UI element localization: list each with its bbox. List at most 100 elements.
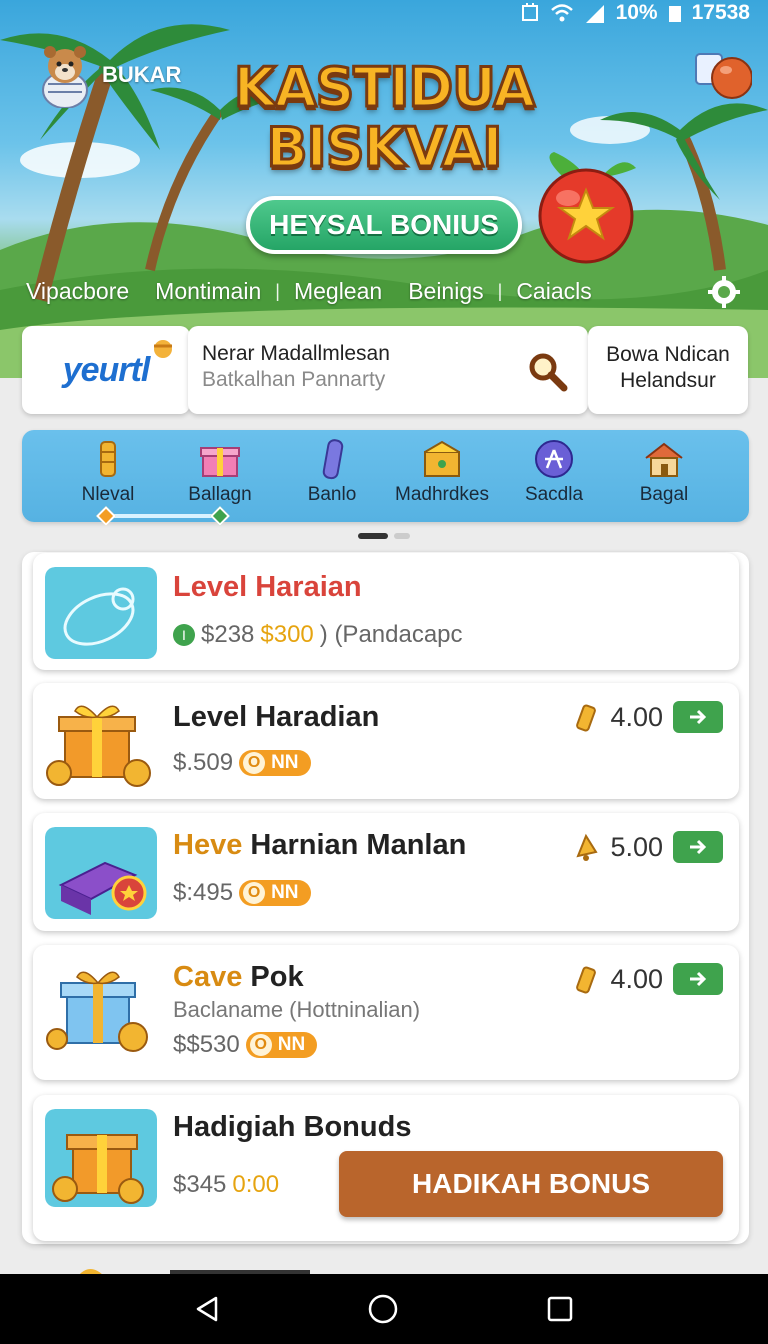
house-icon [645, 442, 683, 477]
gift-box-icon [45, 1109, 157, 1207]
nav-separator: | [275, 280, 280, 301]
info-icon: I [173, 624, 195, 646]
avatar[interactable] [36, 42, 94, 108]
battery-icon [668, 3, 682, 23]
brand-card[interactable]: yeurtl [22, 326, 190, 414]
category-label: Nleval [81, 484, 135, 505]
promo-card[interactable]: Bowa Ndican Helandsur [588, 326, 748, 414]
go-button[interactable] [673, 831, 723, 863]
coin-pill: O NN [239, 880, 311, 906]
price-main: $238 [201, 621, 255, 648]
nav-item-montimain[interactable]: Montimain [155, 278, 261, 305]
user-profile[interactable]: BUKAR [36, 42, 181, 108]
arrow-right-icon [690, 839, 707, 855]
item-reward: 4.00 [572, 963, 723, 995]
pager-dot-active [358, 533, 388, 539]
item-value: 4.00 [610, 701, 663, 732]
item-title: Heve Harnian Manlan [173, 829, 466, 862]
arrow-right-icon [690, 709, 707, 725]
category-banlo[interactable]: Banlo [272, 430, 392, 522]
arrow-right-icon [690, 971, 707, 987]
category-label: Banlo [307, 484, 357, 505]
list-item[interactable]: Level Haradian $.509 O NN 4.00 [33, 683, 739, 799]
system-nav-bar [0, 1274, 768, 1344]
nav-item-vipacbore[interactable]: Vipacbore [26, 278, 129, 305]
pager-dot [394, 533, 410, 539]
hero-title-line2: BISKVAI [265, 116, 504, 179]
list-item[interactable]: Hadigiah Bonuds $345 0:00 HADIKAH BONUS [33, 1095, 739, 1241]
list-item[interactable]: Level Haraian I $238 $300 ) (Pandacapc [33, 553, 739, 670]
list-item[interactable]: Heve Harnian Manlan $:495 O NN 5.00 [33, 813, 739, 931]
treasure-icon [424, 440, 460, 477]
coin-pill: O NN [245, 1032, 318, 1058]
treasure-chest-icon [45, 827, 157, 919]
back-icon[interactable] [194, 1295, 220, 1323]
category-scroll-track [104, 514, 222, 518]
search-title: Nerar Madallmlesan [202, 342, 390, 365]
category-label: Sacdla [524, 484, 584, 505]
coin-stack-icon [576, 704, 597, 732]
settings-icon[interactable] [708, 276, 740, 308]
signal-icon [584, 3, 606, 23]
search-input[interactable]: Batkalhan Pannarty [202, 368, 385, 392]
nav-item-meglean[interactable]: Meglean [294, 278, 382, 305]
coin-stack-icon [576, 966, 597, 994]
pager-dots [358, 533, 410, 539]
hero-title-line1: KASTIDUA [232, 56, 536, 119]
item-value: 4.00 [610, 963, 663, 994]
go-button[interactable] [673, 701, 723, 733]
claim-bonus-button[interactable]: HADIKAH BONUS [339, 1151, 723, 1217]
gift-icon [200, 447, 240, 477]
coin-pill-label: NN [271, 882, 299, 903]
item-title: Level Haraian [173, 571, 362, 603]
link-icon [45, 567, 157, 659]
hero-bonus-badge[interactable]: HEYSAL BONIUS [246, 196, 522, 254]
item-price: $$530 O NN [173, 1031, 318, 1059]
item-title: Hadigiah Bonuds [173, 1111, 412, 1143]
item-title-accent: Heve [173, 829, 243, 861]
price-tail: ) (Pandacapc [319, 621, 463, 648]
coin-pill: O NN [239, 750, 311, 776]
category-label: Madhrdkes [395, 484, 489, 505]
bell-icon [576, 833, 599, 861]
nav-item-beinigs[interactable]: Beinigs [408, 278, 483, 305]
search-row: yeurtl Nerar Madallmlesan Batkalhan Pann… [22, 326, 748, 414]
nav-separator: | [497, 280, 503, 301]
price-accent: 0:00 [232, 1171, 280, 1198]
list-item[interactable]: Cave Pok Baclaname (Hottninalian) $$530 … [33, 945, 739, 1080]
tomato-star-icon [538, 152, 636, 264]
category-sacdla[interactable]: Sacdla [494, 430, 614, 522]
mascot-icon [154, 340, 172, 358]
home-icon[interactable] [367, 1293, 399, 1325]
screenshot-icon [520, 3, 540, 23]
price-main: $$530 [173, 1031, 240, 1058]
badge-icon [535, 440, 573, 478]
category-madhrdkes[interactable]: Madhrdkes [382, 430, 502, 522]
item-title: Level Haradian [173, 701, 380, 733]
item-title-rest: Pok [250, 961, 304, 993]
category-label: Bagal [639, 484, 689, 505]
tube-icon [322, 439, 344, 480]
category-bagal[interactable]: Bagal [604, 430, 724, 522]
coin-icon: O [249, 1034, 272, 1056]
hero-banner: 10% 17538 BUKAR KASTIDUA BISKVAI HEYSAL … [0, 0, 768, 378]
search-icon[interactable] [526, 350, 568, 392]
coin-stack-icon [100, 441, 116, 477]
user-name: BUKAR [102, 62, 182, 87]
coin-icon: O [243, 752, 266, 774]
brand-logo: yeurtl [62, 350, 151, 389]
notification-icon[interactable] [694, 50, 752, 102]
coin-pill-label: NN [271, 752, 299, 773]
nav-item-caiacls[interactable]: Caiacls [516, 278, 591, 305]
search-box[interactable]: Nerar Madallmlesan Batkalhan Pannarty [188, 326, 588, 414]
item-price: I $238 $300 ) (Pandacapc [173, 621, 463, 649]
gift-box-icon [46, 971, 148, 1052]
item-reward: 5.00 [572, 831, 723, 863]
category-bar: Nleval Ballagn Banlo Madhrdkes Sacdla Ba… [22, 430, 749, 526]
go-button[interactable] [673, 963, 723, 995]
item-subtitle: Baclaname (Hottninalian) [173, 997, 421, 1022]
recents-icon[interactable] [546, 1295, 574, 1323]
status-bar: 10% 17538 [520, 0, 750, 26]
item-reward: 4.00 [572, 701, 723, 733]
battery-percent: 10% [615, 1, 658, 24]
